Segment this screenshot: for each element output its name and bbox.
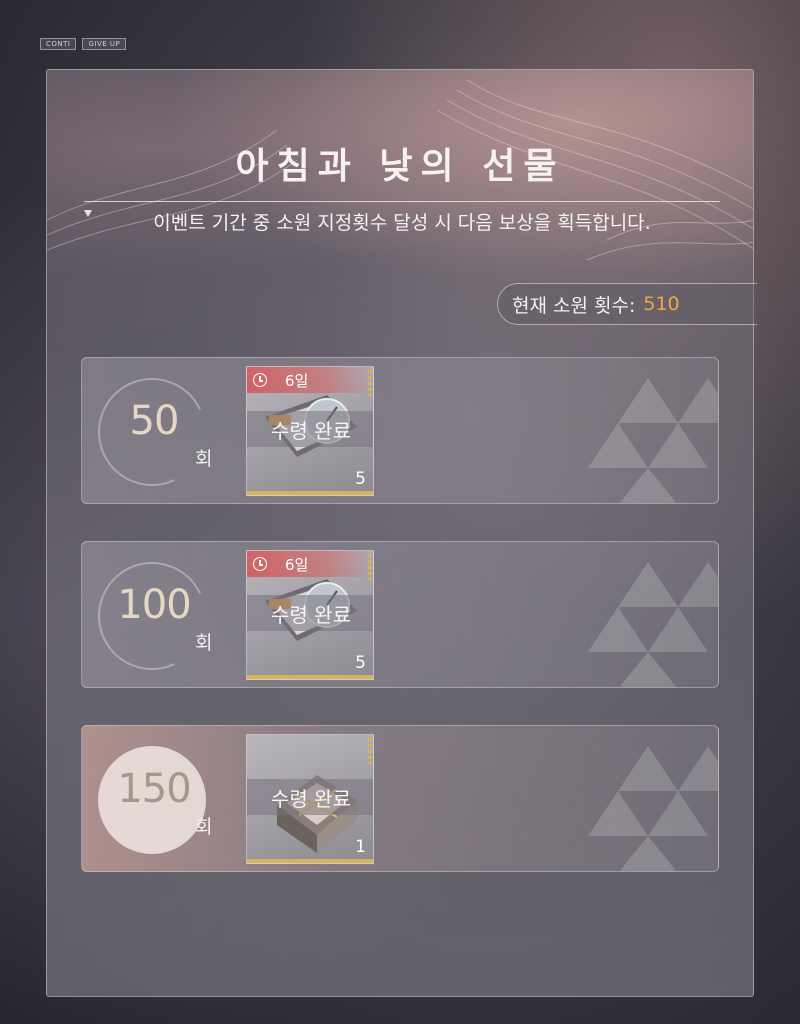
reward-row-150[interactable]: 150 회 수령 완료 1: [81, 725, 719, 872]
top-tag-give-up[interactable]: GIVE UP: [82, 38, 127, 50]
top-tags: CONTI GIVE UP: [40, 38, 127, 50]
rarity-dots: [368, 370, 372, 396]
title-divider: [84, 201, 720, 202]
wish-count-label: 현재 소원 횟수:: [512, 294, 636, 317]
item-quantity: 5: [355, 469, 366, 489]
reward-item-card[interactable]: 6일 수령 완료 5: [246, 550, 374, 680]
rarity-bar: [247, 675, 373, 679]
clock-icon: [253, 373, 267, 387]
timer-text: 6일: [285, 555, 309, 574]
top-tag-conti[interactable]: CONTI: [40, 38, 77, 50]
event-title: 아침과 낮의 선물: [235, 146, 565, 187]
reward-threshold: 100: [117, 582, 191, 628]
reward-unit: 회: [195, 632, 213, 654]
rarity-dots: [368, 738, 372, 764]
reward-threshold: 50: [129, 398, 180, 444]
rarity-bar: [247, 859, 373, 863]
wish-count-display: 현재 소원 횟수: 510: [497, 283, 757, 325]
reward-item-card[interactable]: 수령 완료 1: [246, 734, 374, 864]
claimed-status: 수령 완료: [247, 411, 373, 447]
claimed-status: 수령 완료: [247, 595, 373, 631]
rarity-dots: [368, 554, 372, 580]
triangle-pattern: [588, 746, 718, 871]
triangle-pattern: [588, 378, 718, 503]
reward-threshold: 150: [117, 766, 191, 812]
reward-row-100[interactable]: 100 회 6일 수령 완료 5: [81, 541, 719, 688]
rarity-bar: [247, 491, 373, 495]
timer-tag: 6일: [247, 551, 373, 577]
reward-item-card[interactable]: 6일 수령 완료 5: [246, 366, 374, 496]
clock-icon: [253, 557, 267, 571]
reward-row-50[interactable]: 50 회 6일 수령 완료 5: [81, 357, 719, 504]
reward-unit: 회: [195, 448, 213, 470]
timer-tag: 6일: [247, 367, 373, 393]
item-quantity: 5: [355, 653, 366, 673]
event-description: 이벤트 기간 중 소원 지정횟수 달성 시 다음 보상을 획득합니다.: [153, 212, 651, 234]
triangle-pattern: [588, 562, 718, 687]
wish-count-value: 510: [643, 293, 680, 315]
item-quantity: 1: [355, 837, 366, 857]
reward-unit: 회: [195, 816, 213, 838]
claimed-status: 수령 완료: [247, 779, 373, 815]
timer-text: 6일: [285, 371, 309, 390]
